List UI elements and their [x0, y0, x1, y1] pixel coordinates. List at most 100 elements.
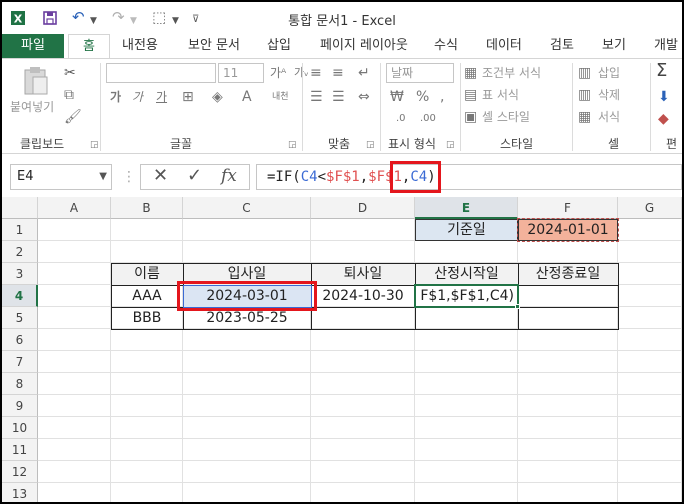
- copy-icon[interactable]: ⧉: [64, 87, 74, 103]
- tab-review[interactable]: 검토: [550, 34, 574, 58]
- wrap-text-icon[interactable]: ↵: [358, 65, 370, 81]
- border-icon[interactable]: ⊞: [182, 89, 194, 105]
- clipboard-launcher-icon[interactable]: ◲: [90, 137, 99, 153]
- row-header-2[interactable]: 2: [2, 241, 38, 263]
- tab-developer[interactable]: 개발: [654, 34, 678, 58]
- increase-decimal-icon[interactable]: .0: [396, 111, 406, 127]
- insert-function-icon[interactable]: fx: [221, 168, 237, 185]
- phonetic-button[interactable]: 내천: [272, 89, 289, 105]
- font-launcher-icon[interactable]: ◲: [288, 137, 297, 153]
- delete-cells-icon[interactable]: ▥: [578, 87, 591, 103]
- select-all-corner[interactable]: [2, 197, 38, 219]
- insert-cells-icon[interactable]: ▥: [578, 65, 591, 81]
- ribbon-tabs: 파일 홈 내전용 보안 문서 삽입 페이지 레이아웃 수식 데이터 검토 보기 …: [2, 34, 682, 58]
- column-header-b[interactable]: B: [111, 197, 183, 219]
- clear-icon[interactable]: ◆: [658, 111, 669, 127]
- cell-f1[interactable]: 2024-01-01: [518, 219, 618, 241]
- column-header-c[interactable]: C: [183, 197, 311, 219]
- center-align-icon[interactable]: ☰: [332, 89, 345, 105]
- row-header-3[interactable]: 3: [2, 263, 38, 285]
- ribbon-separator: [572, 63, 573, 151]
- format-painter-icon[interactable]: 🖌: [64, 109, 82, 125]
- formula-input[interactable]: =IF(C4<$F$1,$F$1,C4): [256, 161, 682, 193]
- fill-color-icon[interactable]: ◈: [212, 89, 223, 105]
- row-header-9[interactable]: 9: [2, 395, 38, 417]
- cell-style-icon[interactable]: ▣: [464, 109, 477, 125]
- cell-e3[interactable]: 산정시작일: [415, 263, 518, 285]
- cancel-icon[interactable]: ✕: [153, 167, 168, 185]
- row-header-1[interactable]: 1: [2, 219, 38, 241]
- cell-b4[interactable]: AAA: [111, 285, 183, 307]
- enter-icon[interactable]: ✓: [187, 167, 202, 185]
- top-align-icon[interactable]: ≡: [310, 65, 322, 81]
- currency-icon[interactable]: ₩: [390, 89, 404, 105]
- row-header-8[interactable]: 8: [2, 373, 38, 395]
- font-color-icon[interactable]: A: [242, 89, 252, 105]
- tab-page-layout[interactable]: 페이지 레이아웃: [320, 34, 408, 58]
- tab-view[interactable]: 보기: [602, 34, 626, 58]
- tab-personal[interactable]: 내전용: [122, 34, 158, 58]
- fill-icon[interactable]: ⬇: [658, 89, 670, 105]
- row-header-6[interactable]: 6: [2, 329, 38, 351]
- tab-data[interactable]: 데이터: [486, 34, 522, 58]
- font-name-dropdown[interactable]: [106, 63, 216, 83]
- row-header-10[interactable]: 10: [2, 417, 38, 439]
- column-header-e[interactable]: E: [415, 197, 518, 219]
- gridline: [38, 460, 682, 461]
- tab-file[interactable]: 파일: [2, 34, 64, 58]
- delete-cells-button[interactable]: 삭제: [598, 87, 620, 103]
- format-cells-button[interactable]: 서식: [598, 109, 620, 125]
- row-header-4[interactable]: 4: [2, 285, 38, 307]
- cell-b5[interactable]: BBB: [111, 307, 183, 329]
- cell-d3[interactable]: 퇴사일: [311, 263, 415, 285]
- decrease-decimal-icon[interactable]: .00: [420, 111, 436, 127]
- italic-button[interactable]: 가: [132, 89, 143, 105]
- number-launcher-icon[interactable]: ◲: [446, 137, 455, 153]
- comma-icon[interactable]: ,: [440, 89, 444, 105]
- table-cell-border: [415, 307, 519, 330]
- column-header-f[interactable]: F: [518, 197, 618, 219]
- tab-security-doc[interactable]: 보안 문서: [188, 34, 240, 58]
- number-format-dropdown[interactable]: 날짜: [386, 63, 454, 83]
- conditional-format-button[interactable]: 조건부 서식: [482, 65, 541, 81]
- bold-button[interactable]: 가: [110, 89, 121, 105]
- worksheet-grid[interactable]: ABCDEFG1234567891011121314기준일2024-01-01이…: [2, 197, 682, 502]
- row-header-12[interactable]: 12: [2, 461, 38, 483]
- insert-cells-button[interactable]: 삽입: [598, 65, 620, 81]
- percent-icon[interactable]: %: [416, 89, 429, 105]
- row-header-13[interactable]: 13: [2, 483, 38, 502]
- paste-label[interactable]: 붙여넣기: [10, 99, 54, 115]
- merge-icon[interactable]: ⇔: [358, 89, 370, 105]
- middle-align-icon[interactable]: ≡: [332, 65, 344, 81]
- reference-highlight-box: [177, 281, 317, 311]
- left-align-icon[interactable]: ☰: [310, 89, 323, 105]
- grow-font-icon[interactable]: 가ᴬ: [270, 65, 286, 81]
- cut-icon[interactable]: ✂: [64, 65, 76, 81]
- name-box[interactable]: E4 ▼: [10, 164, 112, 190]
- row-header-5[interactable]: 5: [2, 307, 38, 329]
- column-header-a[interactable]: A: [38, 197, 111, 219]
- cell-f3[interactable]: 산정종료일: [518, 263, 618, 285]
- conditional-format-icon[interactable]: ▦: [464, 65, 477, 81]
- column-header-d[interactable]: D: [311, 197, 415, 219]
- tab-insert[interactable]: 삽입: [267, 34, 291, 58]
- tab-home[interactable]: 홈: [68, 34, 110, 58]
- cell-d4[interactable]: 2024-10-30: [311, 285, 415, 307]
- ribbon-separator: [650, 63, 651, 151]
- cell-b3[interactable]: 이름: [111, 263, 183, 285]
- format-cells-icon[interactable]: ▦: [578, 109, 591, 125]
- tab-formulas[interactable]: 수식: [434, 34, 458, 58]
- table-format-icon[interactable]: ▤: [464, 87, 477, 103]
- row-header-11[interactable]: 11: [2, 439, 38, 461]
- font-size-dropdown[interactable]: 11: [218, 63, 264, 83]
- row-header-7[interactable]: 7: [2, 351, 38, 373]
- underline-button[interactable]: 가: [156, 89, 167, 105]
- alignment-launcher-icon[interactable]: ◲: [366, 137, 375, 153]
- autosum-icon[interactable]: Σ: [656, 62, 667, 80]
- column-header-g[interactable]: G: [618, 197, 682, 219]
- table-format-button[interactable]: 표 서식: [482, 87, 519, 103]
- cell-style-button[interactable]: 셀 스타일: [482, 109, 530, 125]
- paste-icon[interactable]: [22, 65, 50, 97]
- name-box-dropdown-icon[interactable]: ▼: [99, 165, 107, 189]
- cell-e1[interactable]: 기준일: [415, 219, 518, 241]
